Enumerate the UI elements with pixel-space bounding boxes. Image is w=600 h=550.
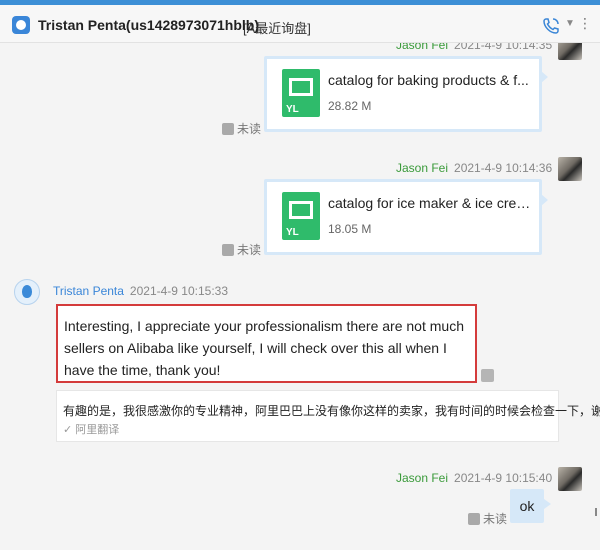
message-time: 2021-4-9 10:14:36 <box>454 161 553 175</box>
file-message[interactable]: YL catalog for ice maker & ice crea... 1… <box>264 179 548 255</box>
status-icon <box>222 244 234 256</box>
translate-icon[interactable] <box>481 369 494 382</box>
translation-box: 有趣的是，我很感激你的专业精神，阿里巴巴上没有像你这样的卖家，我有时间的时候会检… <box>56 390 600 442</box>
read-status: 未读 <box>222 120 261 137</box>
read-status: 未读 <box>222 241 261 258</box>
sender-name: Jason Fei <box>396 471 449 485</box>
message-meta: Jason Fei 2021-4-9 10:14:35 <box>396 43 552 52</box>
message-time: 2021-4-9 10:15:33 <box>129 284 229 298</box>
file-name[interactable]: catalog for baking products & f... <box>328 72 533 88</box>
file-name[interactable]: catalog for ice maker & ice crea... <box>328 195 533 211</box>
translation-text: 有趣的是，我很感激你的专业精神，阿里巴巴上没有像你这样的卖家，我有时间的时候会检… <box>63 404 600 418</box>
sender-name: Jason Fei <box>396 43 449 52</box>
message-time: 2021-4-9 10:15:40 <box>454 471 553 485</box>
avatar[interactable] <box>558 43 582 60</box>
file-message[interactable]: YL catalog for baking products & f... 28… <box>264 56 548 132</box>
avatar[interactable] <box>14 279 40 305</box>
avatar[interactable] <box>558 467 582 491</box>
message-bubble[interactable]: ok <box>510 489 551 523</box>
phone-icon[interactable] <box>541 16 561 36</box>
status-icon <box>222 123 234 135</box>
status-icon <box>468 513 480 525</box>
sender-name: Tristan Penta <box>53 284 124 298</box>
file-icon: YL <box>282 192 320 240</box>
chat-message-list[interactable]: Jason Fei 2021-4-9 10:14:35 YL catalog fo… <box>0 43 600 550</box>
avatar[interactable] <box>558 157 582 181</box>
message-meta: Jason Fei 2021-4-9 10:14:36 <box>396 161 552 175</box>
file-icon: YL <box>282 69 320 117</box>
chat-header: Tristan Penta(us1428973071hblb) [A最近询盘] … <box>0 5 600 43</box>
read-status: 未读 <box>468 510 507 527</box>
message-bubble[interactable]: Interesting, I appreciate your professio… <box>56 304 477 383</box>
chat-app-icon <box>12 16 30 34</box>
contact-name[interactable]: Tristan Penta(us1428973071hblb) <box>38 17 259 33</box>
file-size: 18.05 M <box>328 222 372 236</box>
more-icon[interactable]: ⋮ <box>578 15 592 32</box>
translation-source: ✓ 阿里翻译 <box>63 424 120 436</box>
sender-name: Jason Fei <box>396 161 449 175</box>
message-time: 2021-4-9 10:14:35 <box>454 43 553 52</box>
message-meta: Jason Fei 2021-4-9 10:15:40 <box>396 471 552 485</box>
contact-tag[interactable]: [A最近询盘] <box>243 18 311 37</box>
message-meta: Tristan Penta 2021-4-9 10:15:33 <box>53 284 228 298</box>
scrollbar[interactable] <box>595 508 597 516</box>
chevron-down-icon[interactable]: ▼ <box>565 18 575 29</box>
file-size: 28.82 M <box>328 99 372 113</box>
